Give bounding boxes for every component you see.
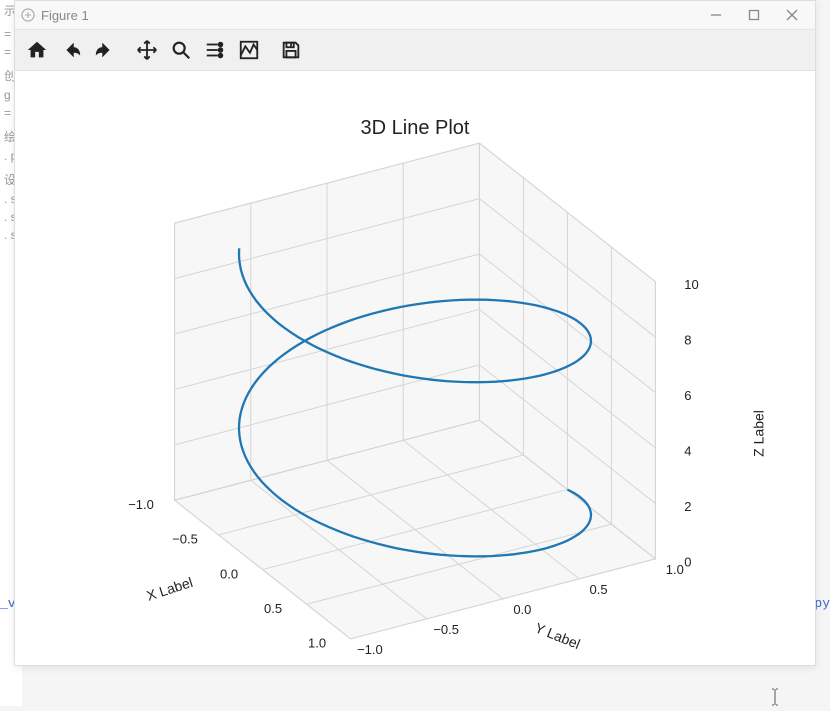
save-button[interactable] xyxy=(275,34,307,66)
figure-window: Figure 1 xyxy=(14,0,816,666)
svg-text:0.0: 0.0 xyxy=(513,602,531,617)
svg-text:X Label: X Label xyxy=(145,574,195,604)
svg-text:2: 2 xyxy=(684,499,691,514)
svg-text:Z Label: Z Label xyxy=(751,410,767,457)
svg-text:1.0: 1.0 xyxy=(666,562,684,577)
app-icon xyxy=(19,6,37,24)
editor-bottom-right: py xyxy=(814,596,830,611)
svg-text:4: 4 xyxy=(684,444,691,459)
svg-text:0.5: 0.5 xyxy=(264,601,282,616)
svg-text:8: 8 xyxy=(684,333,691,348)
minimize-button[interactable] xyxy=(697,1,735,29)
subplots-button[interactable] xyxy=(199,34,231,66)
maximize-button[interactable] xyxy=(735,1,773,29)
svg-text:10: 10 xyxy=(684,277,698,292)
home-button[interactable] xyxy=(21,34,53,66)
zoom-button[interactable] xyxy=(165,34,197,66)
svg-text:1.0: 1.0 xyxy=(308,636,326,651)
svg-text:0.0: 0.0 xyxy=(220,566,238,581)
plot-area[interactable]: 3D Line Plot −1.0−0.50.00.51.0−1.0−0.50.… xyxy=(15,71,815,665)
close-button[interactable] xyxy=(773,1,811,29)
svg-text:0: 0 xyxy=(684,554,691,569)
svg-text:6: 6 xyxy=(684,388,691,403)
toolbar xyxy=(15,30,815,71)
window-title: Figure 1 xyxy=(41,8,89,23)
svg-text:−0.5: −0.5 xyxy=(172,532,198,547)
titlebar: Figure 1 xyxy=(15,1,815,30)
edit-button[interactable] xyxy=(233,34,265,66)
forward-button[interactable] xyxy=(89,34,121,66)
svg-text:0.5: 0.5 xyxy=(590,582,608,597)
svg-text:−1.0: −1.0 xyxy=(357,642,383,657)
pan-button[interactable] xyxy=(131,34,163,66)
svg-text:−1.0: −1.0 xyxy=(128,497,154,512)
back-button[interactable] xyxy=(55,34,87,66)
svg-text:Y Label: Y Label xyxy=(533,620,583,653)
text-cursor-icon xyxy=(768,688,782,706)
svg-text:−0.5: −0.5 xyxy=(433,622,459,637)
